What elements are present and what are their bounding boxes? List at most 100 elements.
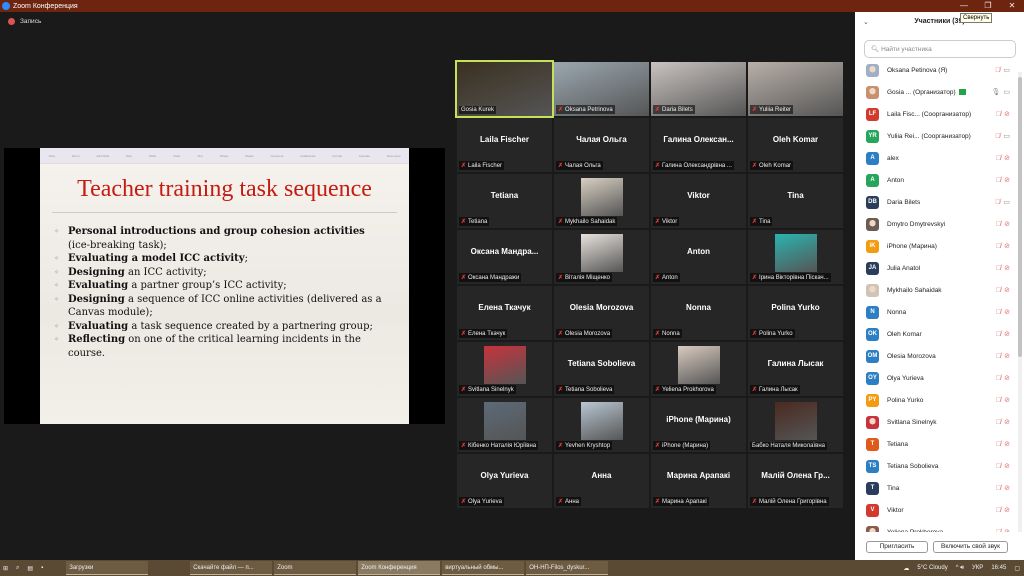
- participant-tile[interactable]: Anton ✗ Anton: [651, 230, 746, 284]
- maximize-button[interactable]: ❐: [976, 0, 1000, 12]
- camera-off-icon[interactable]: ⊘: [1004, 243, 1013, 250]
- participant-item[interactable]: Dmytro Dmytrevskyi 🎙̸⊘: [855, 213, 1017, 235]
- mic-icon[interactable]: 🎙: [991, 89, 1003, 96]
- muted-mic-icon[interactable]: 🎙̸: [996, 265, 1004, 272]
- camera-off-icon[interactable]: ⊘: [1004, 529, 1013, 532]
- muted-mic-icon[interactable]: 🎙̸: [996, 485, 1004, 492]
- participant-item[interactable]: Yeliena Prokhorova 🎙̸⊘: [855, 521, 1017, 532]
- participant-item[interactable]: Mykhailo Sahaidak 🎙̸⊘: [855, 279, 1017, 301]
- camera-off-icon[interactable]: ⊘: [1004, 177, 1013, 184]
- participant-item[interactable]: DB Daria Bilets 🎙̸▭: [855, 191, 1017, 213]
- participant-tile[interactable]: Галина Олексан... ✗ Галина Олександрівна .…: [651, 118, 746, 172]
- muted-mic-icon[interactable]: 🎙̸: [996, 111, 1004, 118]
- participant-tile[interactable]: Елена Ткачук ✗ Елена Ткачук: [457, 286, 552, 340]
- participant-tile[interactable]: Малій Олена Гр... ✗ Малій Олена Григорівна: [748, 454, 843, 508]
- muted-mic-icon[interactable]: 🎙̸: [996, 441, 1004, 448]
- participant-tile[interactable]: Бабко Наталя Миколаївна: [748, 398, 843, 452]
- participant-tile[interactable]: Gosia Kurek: [455, 60, 554, 118]
- participant-tile[interactable]: Oleh Komar ✗ Oleh Komar: [748, 118, 843, 172]
- muted-mic-icon[interactable]: 🎙̸: [996, 397, 1004, 404]
- camera-off-icon[interactable]: ⊘: [1004, 397, 1013, 404]
- store-icon[interactable]: ▪: [38, 561, 46, 575]
- participant-item[interactable]: V Viktor 🎙̸⊘: [855, 499, 1017, 521]
- participant-item[interactable]: A Anton 🎙̸⊘: [855, 169, 1017, 191]
- participant-tile[interactable]: ✗ Yuliia Reiter: [748, 62, 843, 116]
- minimize-button[interactable]: —: [952, 0, 976, 12]
- camera-off-icon[interactable]: ⊘: [1004, 353, 1013, 360]
- camera-off-icon[interactable]: ⊘: [1004, 287, 1013, 294]
- participant-tile[interactable]: Olya Yurieva ✗ Olya Yurieva: [457, 454, 552, 508]
- participant-tile[interactable]: Марина Арапакі ✗ Марина Арапакі: [651, 454, 746, 508]
- participant-item[interactable]: OY Olya Yurieva 🎙̸⊘: [855, 367, 1017, 389]
- muted-mic-icon[interactable]: 🎙̸: [996, 309, 1004, 316]
- participant-tile[interactable]: Nonna ✗ Nonna: [651, 286, 746, 340]
- camera-off-icon[interactable]: ⊘: [1004, 463, 1013, 470]
- recording-indicator[interactable]: Запись: [0, 12, 855, 30]
- muted-mic-icon[interactable]: 🎙̸: [996, 155, 1004, 162]
- participant-tile[interactable]: ✗ Віталія Міщенко: [554, 230, 649, 284]
- muted-mic-icon[interactable]: 🎙̸: [996, 331, 1004, 338]
- taskbar-app[interactable]: Скачайте файл — п...: [190, 561, 273, 575]
- participant-tile[interactable]: Чалая Ольга ✗ Чалая Ольга: [554, 118, 649, 172]
- participant-tile[interactable]: Polina Yurko ✗ Polina Yurko: [748, 286, 843, 340]
- participant-tile[interactable]: ✗ Ірина Вікторівна Піскач...: [748, 230, 843, 284]
- taskbar-app[interactable]: Zoom: [274, 561, 357, 575]
- weather[interactable]: 5°C Cloudy: [917, 565, 947, 571]
- participant-item[interactable]: JA Julia Anatol 🎙̸⊘: [855, 257, 1017, 279]
- muted-mic-icon[interactable]: 🎙̸: [996, 375, 1004, 382]
- tray-icons[interactable]: ^ 🔊︎: [956, 565, 964, 572]
- camera-icon[interactable]: ▭: [1003, 133, 1013, 140]
- camera-off-icon[interactable]: ⊘: [1004, 485, 1013, 492]
- taskbar-app[interactable]: ОН-НП-Filos_dyskur...: [526, 561, 609, 575]
- camera-off-icon[interactable]: ⊘: [1004, 221, 1013, 228]
- participant-tile[interactable]: iPhone (Марина) ✗ iPhone (Марина): [651, 398, 746, 452]
- taskbar-app[interactable]: Загрузки: [66, 561, 149, 575]
- participant-tile[interactable]: ✗ Кібенко Наталія Юріївна: [457, 398, 552, 452]
- participant-tile[interactable]: Анна ✗ Анна: [554, 454, 649, 508]
- muted-mic-icon[interactable]: 🎙̸: [996, 419, 1004, 426]
- camera-off-icon[interactable]: ⊘: [1004, 111, 1013, 118]
- participant-item[interactable]: Gosia ... (Организатор) 🎙▭: [855, 81, 1017, 103]
- participant-item[interactable]: OK Oleh Komar 🎙̸⊘: [855, 323, 1017, 345]
- taskbar-app[interactable]: виртуальный обмы...: [442, 561, 525, 575]
- participant-item[interactable]: Aalex 🎙̸⊘: [855, 147, 1017, 169]
- muted-mic-icon[interactable]: 🎙̸: [996, 463, 1004, 470]
- search-input[interactable]: 🔍︎ Найти участника: [864, 40, 1016, 58]
- participant-item[interactable]: TS Tetiana Sobolieva 🎙̸⊘: [855, 455, 1017, 477]
- participant-tile[interactable]: Галина Лысак ✗ Галина Лысак: [748, 342, 843, 396]
- camera-off-icon[interactable]: ⊘: [1004, 419, 1013, 426]
- task-view-icon[interactable]: ▤: [24, 561, 36, 575]
- participant-tile[interactable]: Olesia Morozova ✗ Olesia Morozova: [554, 286, 649, 340]
- camera-off-icon[interactable]: ⊘: [1004, 265, 1013, 272]
- participant-tile[interactable]: ✗ Yeliena Prokhorova: [651, 342, 746, 396]
- camera-off-icon[interactable]: ⊘: [1004, 155, 1013, 162]
- scrollbar[interactable]: [1018, 72, 1022, 532]
- taskbar-app[interactable]: Zoom Конференция: [358, 561, 441, 575]
- participant-tile[interactable]: ✗ Yevhen Kryshtop: [554, 398, 649, 452]
- participant-tile[interactable]: Оксана Мандра... ✗ Оксана Мандражи: [457, 230, 552, 284]
- start-icon[interactable]: ⊞: [0, 561, 11, 575]
- language[interactable]: УКР: [972, 565, 983, 571]
- muted-mic-icon[interactable]: 🎙̸: [996, 221, 1004, 228]
- participant-item[interactable]: YR Yuliia Rei... (Соорганизатор) 🎙̸▭: [855, 125, 1017, 147]
- participant-item[interactable]: N Nonna 🎙̸⊘: [855, 301, 1017, 323]
- participant-item[interactable]: Oksana Petinova (Я) 🎙̸▭: [855, 59, 1017, 81]
- invite-button[interactable]: Пригласить: [866, 541, 928, 553]
- camera-icon[interactable]: ▭: [1003, 89, 1013, 96]
- muted-mic-icon[interactable]: 🎙̸: [996, 287, 1004, 294]
- participant-tile[interactable]: Tetiana Sobolieva ✗ Tetiana Sobolieva: [554, 342, 649, 396]
- participant-tile[interactable]: ✗ Svitlana Sinelnyk: [457, 342, 552, 396]
- camera-off-icon[interactable]: ⊘: [1004, 309, 1013, 316]
- participant-item[interactable]: PY Polina Yurko 🎙̸⊘: [855, 389, 1017, 411]
- muted-mic-icon[interactable]: 🎙̸: [996, 177, 1004, 184]
- participant-tile[interactable]: ✗ Oksana Petrinova: [554, 62, 649, 116]
- muted-mic-icon[interactable]: 🎙̸: [996, 353, 1004, 360]
- muted-mic-icon[interactable]: 🎙̸: [996, 529, 1004, 532]
- muted-mic-icon[interactable]: 🎙̸: [996, 507, 1004, 514]
- participant-item[interactable]: T Tetiana 🎙̸⊘: [855, 433, 1017, 455]
- participant-tile[interactable]: Viktor ✗ Viktor: [651, 174, 746, 228]
- close-button[interactable]: ✕: [1000, 0, 1024, 12]
- clock[interactable]: 16:45: [991, 565, 1006, 571]
- camera-off-icon[interactable]: ⊘: [1004, 507, 1013, 514]
- participant-item[interactable]: Svitlana Sinelnyk 🎙̸⊘: [855, 411, 1017, 433]
